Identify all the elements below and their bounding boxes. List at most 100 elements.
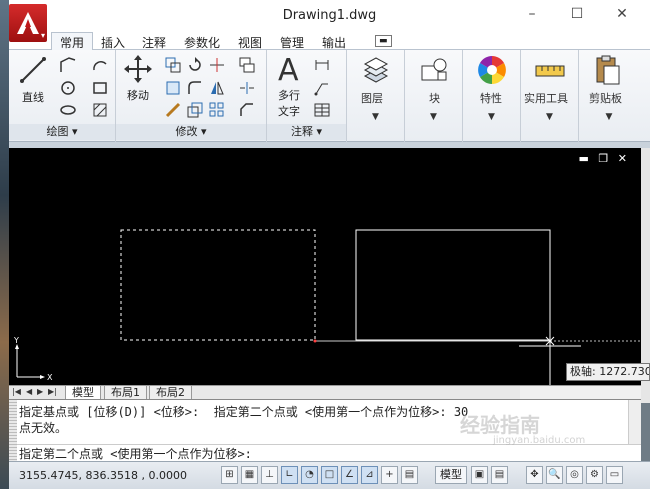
block-panel[interactable]: 块 ▼: [405, 50, 463, 142]
chevron-down-icon[interactable]: ▼: [347, 112, 404, 122]
tab-insert[interactable]: 插入: [101, 34, 125, 51]
clean-screen-icon[interactable]: ▭: [606, 466, 623, 484]
base-point-marker: [313, 339, 317, 343]
arc-icon[interactable]: [91, 56, 109, 74]
first-tab-icon[interactable]: |◀: [12, 387, 21, 396]
last-tab-icon[interactable]: ▶|: [48, 387, 57, 396]
draw-panel-label[interactable]: 绘图 ▾: [9, 124, 115, 140]
array-icon[interactable]: [208, 101, 226, 119]
rectangle-icon[interactable]: [91, 79, 109, 97]
next-tab-icon[interactable]: ▶: [37, 387, 43, 396]
polar-button[interactable]: ◔: [301, 466, 318, 484]
osnap-button[interactable]: □: [321, 466, 338, 484]
moved-rectangle[interactable]: [355, 229, 551, 341]
line-button[interactable]: 直线: [15, 54, 51, 105]
mtext-button[interactable]: A 多行 文字: [271, 52, 307, 119]
modify-panel-label[interactable]: 修改 ▾: [116, 124, 266, 140]
lineweight-button[interactable]: ▤: [401, 466, 418, 484]
grid-button[interactable]: ⊥: [261, 466, 278, 484]
clipboard-panel[interactable]: 剪贴板 ▼: [579, 50, 639, 142]
block-icon: [421, 58, 447, 81]
erase-icon[interactable]: [164, 101, 182, 119]
move-button[interactable]: 移动: [120, 54, 156, 103]
block-label: 块: [429, 92, 440, 105]
polar-tracking-tooltip: 极轴: 1272.7303: [566, 363, 650, 381]
prev-tab-icon[interactable]: ◀: [26, 387, 32, 396]
chevron-down-icon[interactable]: ▼: [463, 112, 520, 122]
modify-panel: 移动 修改 ▾: [116, 50, 267, 142]
rotate-icon[interactable]: [186, 56, 204, 74]
annotation-panel-label[interactable]: 注释 ▾: [267, 124, 346, 140]
measure-icon: [535, 65, 565, 77]
tab-parametric[interactable]: 参数化: [184, 34, 220, 51]
utilities-label: 实用工具: [524, 92, 568, 105]
trim-icon[interactable]: [208, 56, 226, 74]
tab-view[interactable]: 视图: [238, 34, 262, 51]
annotation-panel: A 多行 文字 注释 ▾: [267, 50, 347, 142]
layers-stack-icon[interactable]: [238, 56, 256, 74]
application-menu-button[interactable]: ▾: [9, 4, 47, 42]
otrack-button[interactable]: ∠: [341, 466, 358, 484]
model-space-button[interactable]: 模型: [435, 466, 467, 484]
tab-home[interactable]: 常用: [51, 32, 94, 50]
ellipse-icon[interactable]: [59, 101, 77, 119]
tab-output[interactable]: 输出: [322, 34, 346, 51]
quick-view-layouts-button[interactable]: ▣: [471, 466, 488, 484]
workspace-icon[interactable]: ⚙: [586, 466, 603, 484]
utilities-panel[interactable]: 实用工具 ▼: [521, 50, 579, 142]
move-icon: [124, 55, 152, 83]
chamfer-icon[interactable]: [238, 101, 256, 119]
table-icon[interactable]: [313, 101, 331, 119]
leader-icon[interactable]: [313, 79, 331, 97]
drawing-canvas[interactable]: ▬ ❐ ✕ Y X: [9, 148, 641, 385]
zoom-icon[interactable]: 🔍: [546, 466, 563, 484]
ducs-button[interactable]: ⊿: [361, 466, 378, 484]
command-input[interactable]: 指定第二个点或 <使用第一个点作为位移>:: [19, 445, 252, 462]
command-window-grip[interactable]: [9, 400, 17, 462]
pan-icon[interactable]: ✥: [526, 466, 543, 484]
svg-text:X: X: [47, 373, 53, 382]
horizontal-scrollbar[interactable]: [520, 385, 641, 399]
close-button[interactable]: ✕: [614, 6, 630, 22]
ribbon-minimize-icon[interactable]: ▬: [375, 35, 392, 47]
chevron-down-icon[interactable]: ▼: [579, 112, 639, 122]
infer-constraints-button[interactable]: ⊞: [221, 466, 238, 484]
chevron-down-icon: ▾: [40, 31, 45, 40]
chevron-down-icon[interactable]: ▼: [521, 112, 578, 122]
layers-label: 图层: [361, 92, 383, 105]
color-wheel-icon: [478, 56, 506, 84]
line-label: 直线: [22, 91, 44, 104]
dimension-icon[interactable]: [313, 56, 331, 74]
selected-rectangle[interactable]: [120, 229, 316, 341]
ortho-button[interactable]: ∟: [281, 466, 298, 484]
copy-icon[interactable]: [164, 56, 182, 74]
tab-layout2[interactable]: 布局2: [149, 386, 192, 400]
maximize-button[interactable]: ☐: [569, 6, 585, 22]
mtext-label-line1: 多行: [278, 89, 300, 102]
layers-panel[interactable]: 图层 ▼: [347, 50, 405, 142]
steering-wheel-icon[interactable]: ◎: [566, 466, 583, 484]
properties-panel[interactable]: 特性 ▼: [463, 50, 521, 142]
coordinate-readout[interactable]: 3155.4745, 836.3518 , 0.0000: [19, 469, 187, 482]
fillet-icon[interactable]: [186, 79, 204, 97]
ucs-icon: Y X: [13, 336, 53, 382]
quick-view-drawings-button[interactable]: ▤: [491, 466, 508, 484]
break-icon[interactable]: [238, 79, 256, 97]
tab-model[interactable]: 模型: [65, 386, 101, 400]
circle-icon[interactable]: [59, 79, 77, 97]
tab-annotate[interactable]: 注释: [142, 34, 166, 51]
tab-layout1[interactable]: 布局1: [104, 386, 147, 400]
ribbon-tabs: 常用 插入 注释 参数化 视图 管理 输出 ▬: [9, 32, 650, 50]
mirror-icon[interactable]: [208, 79, 226, 97]
snap-mode-button[interactable]: ▦: [241, 466, 258, 484]
minimize-button[interactable]: –: [524, 6, 540, 22]
polyline-icon[interactable]: [59, 56, 77, 74]
stretch-icon[interactable]: [164, 79, 182, 97]
tab-manage[interactable]: 管理: [280, 34, 304, 51]
command-scrollbar[interactable]: [628, 400, 641, 444]
status-bar: 3155.4745, 836.3518 , 0.0000 ⊞ ▦ ⊥ ∟ ◔ □…: [9, 461, 650, 489]
chevron-down-icon[interactable]: ▼: [405, 112, 462, 122]
scale-icon[interactable]: [186, 101, 204, 119]
hatch-icon[interactable]: [91, 101, 109, 119]
dynamic-input-button[interactable]: +: [381, 466, 398, 484]
